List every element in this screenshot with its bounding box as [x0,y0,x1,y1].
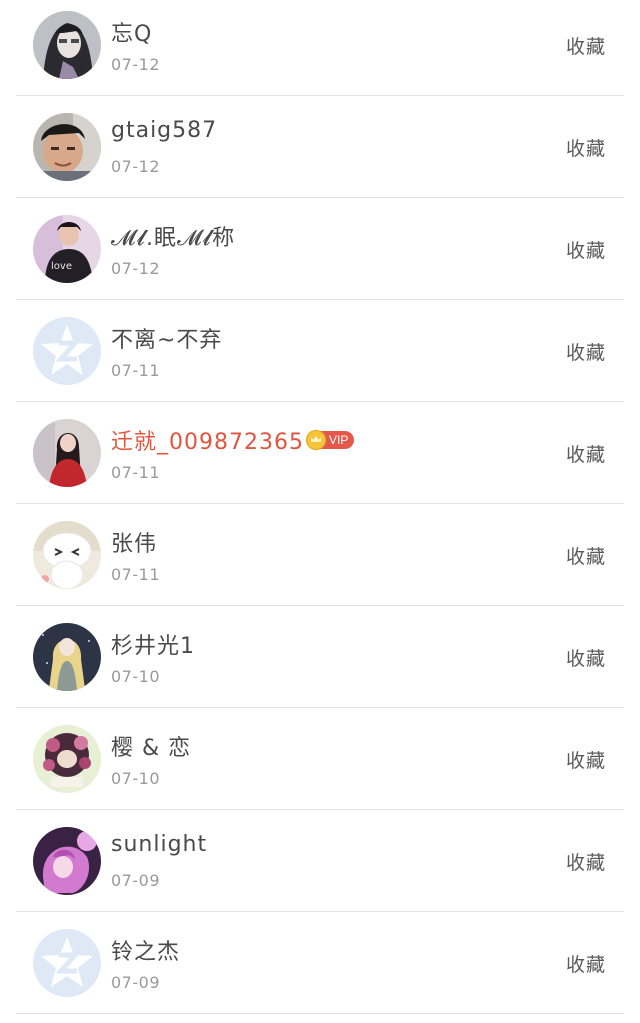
avatar-flower-circle-icon [33,725,101,793]
favorite-button[interactable]: 收藏 [566,440,606,467]
date-label: 07-12 [111,259,160,278]
qq-default-avatar-icon [33,929,101,997]
list-item[interactable]: 不离~不弃 07-11 收藏 [16,300,624,402]
avatar-photo-face-icon [33,113,101,181]
avatar[interactable] [33,929,101,997]
favorite-button[interactable]: 收藏 [566,134,606,161]
avatar-anime-girl-icon [33,623,101,691]
date-label: 07-11 [111,463,160,482]
date-label: 07-10 [111,769,160,788]
list-item[interactable]: sunlight 07-09 收藏 [16,810,624,912]
favorite-button[interactable]: 收藏 [566,32,606,59]
date-label: 07-11 [111,565,160,584]
user-name[interactable]: sunlight [111,832,207,857]
favorite-button[interactable]: 收藏 [566,848,606,875]
user-name[interactable]: 忘Q [111,16,152,48]
qq-default-avatar-icon [33,317,101,385]
list-item[interactable]: 忘Q 07-12 收藏 [16,0,624,96]
avatar[interactable] [33,113,101,181]
avatar-pink-anime-icon [33,827,101,895]
favorite-button[interactable]: 收藏 [566,236,606,263]
date-label: 07-11 [111,361,160,380]
user-name[interactable]: 迁就_009872365 VIP [111,424,355,456]
avatar-boy-shirt-icon: love [33,215,101,283]
list-item[interactable]: 杉井光1 07-10 收藏 [16,606,624,708]
list-item[interactable]: 铃之杰 07-09 收藏 [16,912,624,1014]
avatar[interactable] [33,317,101,385]
user-name[interactable]: gtaig587 [111,118,217,143]
favorite-button[interactable]: 收藏 [566,950,606,977]
list-item[interactable]: 张伟 07-11 收藏 [16,504,624,606]
user-name[interactable]: 杉井光1 [111,628,195,660]
avatar[interactable]: love [33,215,101,283]
vip-badge: VIP [305,430,355,450]
avatar[interactable] [33,623,101,691]
user-name[interactable]: 𝓜𝓵.眠𝓜𝓵称 [111,220,235,252]
date-label: 07-12 [111,157,160,176]
avatar-white-cartoon-icon [33,521,101,589]
list-item[interactable]: love 𝓜𝓵.眠𝓜𝓵称 07-12 收藏 [16,198,624,300]
user-name[interactable]: 不离~不弃 [111,322,222,354]
user-name[interactable]: 铃之杰 [111,934,180,966]
favorite-button[interactable]: 收藏 [566,542,606,569]
avatar[interactable] [33,11,101,79]
avatar[interactable] [33,521,101,589]
date-label: 07-09 [111,973,160,992]
user-list: 忘Q 07-12 收藏 gtaig587 07-12 收藏 love 𝓜𝓵.眠𝓜… [16,0,624,1014]
svg-text:love: love [51,261,72,272]
list-item[interactable]: 迁就_009872365 VIP 07-11 收藏 [16,402,624,504]
favorite-button[interactable]: 收藏 [566,746,606,773]
date-label: 07-10 [111,667,160,686]
user-name-text: 迁就_009872365 [111,430,304,455]
user-name[interactable]: 樱 & 恋 [111,730,191,762]
user-name[interactable]: 张伟 [111,526,157,558]
list-item[interactable]: 樱 & 恋 07-10 收藏 [16,708,624,810]
avatar-grayscale-portrait-icon [33,11,101,79]
avatar[interactable] [33,725,101,793]
avatar[interactable] [33,827,101,895]
date-label: 07-12 [111,55,160,74]
favorite-button[interactable]: 收藏 [566,338,606,365]
favorite-button[interactable]: 收藏 [566,644,606,671]
avatar-girl-red-icon [33,419,101,487]
list-item[interactable]: gtaig587 07-12 收藏 [16,96,624,198]
avatar[interactable] [33,419,101,487]
date-label: 07-09 [111,871,160,890]
crown-icon [305,430,326,450]
